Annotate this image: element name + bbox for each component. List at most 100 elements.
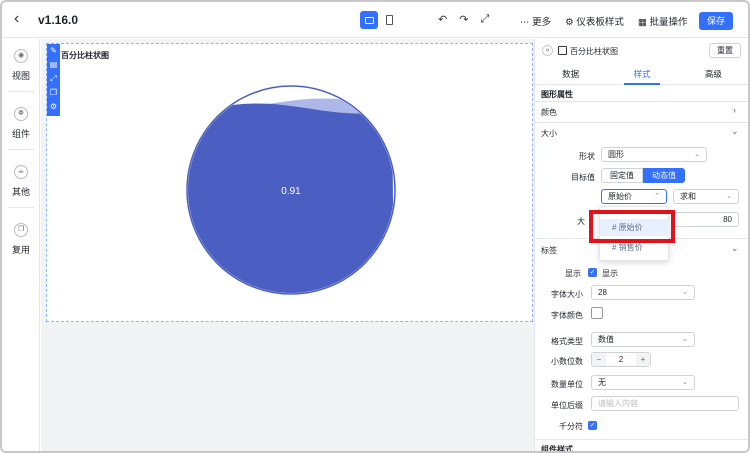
size-row-label: 大 [577, 217, 585, 226]
aggregation-select[interactable]: 求和 ⌄ [673, 189, 739, 204]
toolbar-actions: ⋯ 更多 ⚙ 仪表板样式 ▦ 批量操作 [520, 14, 687, 28]
unit-value: 无 [598, 378, 606, 387]
redo-icon[interactable]: ↷ [459, 13, 468, 26]
version-label: v1.16.0 [38, 13, 79, 27]
dashboard-style-button[interactable]: ⚙ 仪表板样式 [565, 14, 624, 28]
more-label: 更多 [532, 17, 552, 28]
rail-divider [8, 207, 34, 208]
chevron-up-icon: ⌃ [654, 193, 660, 200]
rail-divider [8, 149, 34, 150]
aggregation-value: 求和 [680, 192, 696, 201]
grid-icon: ▦ [637, 17, 647, 28]
monitor-icon [364, 16, 374, 24]
back-arrow-icon[interactable]: ‹ [14, 11, 30, 27]
collapse-panel-icon[interactable]: » [542, 45, 553, 56]
tablet-view-button[interactable] [380, 11, 398, 29]
show-checkbox-text: 显示 [602, 269, 618, 278]
left-rail: ◉ 视图 ❁ 组件 ☕ 其他 ❐ 复用 [2, 39, 40, 451]
thousands-checkbox[interactable]: ✓ [588, 421, 597, 430]
decrement-button[interactable]: − [592, 353, 606, 366]
field-select[interactable]: 原始价 ⌃ [601, 189, 667, 204]
chevron-down-icon[interactable]: ⌄ [731, 243, 739, 254]
decimal-value[interactable]: 2 [606, 353, 636, 366]
font-size-select[interactable]: 28 ⌄ [591, 285, 695, 300]
field-value: 原始价 [608, 192, 632, 201]
show-label: 显示 [565, 269, 581, 278]
unit-select[interactable]: 无 ⌄ [591, 375, 695, 390]
gauge-value-label: 0.91 [281, 186, 301, 197]
panel-header: » 百分比柱状图 重置 [535, 39, 748, 63]
dashboard-style-label: 仪表板样式 [576, 17, 624, 28]
color-section[interactable]: 颜色 [541, 107, 557, 118]
fullscreen-icon[interactable]: ⤢ [480, 13, 489, 26]
tag-section[interactable]: 标签 [541, 245, 557, 256]
size-input[interactable]: 80 [673, 212, 739, 227]
tab-style[interactable]: 样式 [606, 63, 677, 85]
settings-icon[interactable]: ⚙ [47, 100, 60, 114]
rail-item-label: 视图 [11, 71, 30, 81]
font-size-value: 28 [598, 288, 607, 297]
format-type-select[interactable]: 数值 ⌄ [591, 332, 695, 347]
decimal-label: 小数位数 [551, 357, 583, 366]
undo-icon[interactable]: ↶ [438, 13, 447, 26]
edit-icon[interactable]: ✎ [47, 44, 60, 58]
suffix-label: 单位后缀 [551, 401, 583, 410]
chevron-down-icon: ⌄ [682, 289, 688, 296]
divider [535, 101, 748, 102]
divider [535, 439, 748, 440]
font-size-label: 字体大小 [551, 290, 583, 299]
batch-label: 批量操作 [649, 17, 688, 28]
chevron-down-icon: ⌄ [682, 379, 688, 386]
panel-tabs: 数据 样式 高级 [535, 63, 748, 85]
rail-item-label: 其他 [11, 187, 30, 197]
components-icon: ❁ [14, 107, 28, 121]
chart-type-icon[interactable]: ▤ [47, 58, 60, 72]
view-icon: ◉ [14, 49, 28, 63]
highlight-annotation-box [589, 210, 675, 243]
resize-icon[interactable]: ⤢ [47, 72, 60, 86]
chevron-down-icon: ⌄ [726, 193, 732, 200]
increment-button[interactable]: + [636, 353, 650, 366]
reset-button[interactable]: 重置 [709, 43, 741, 58]
font-color-swatch[interactable] [591, 307, 603, 319]
shape-select[interactable]: 圆形 ⌄ [601, 147, 707, 162]
palette-icon: ⚙ [565, 17, 574, 28]
panel-chart-name: 百分比柱状图 [570, 47, 618, 56]
target-fixed-option[interactable]: 固定值 [601, 168, 643, 183]
rail-item-label: 复用 [11, 245, 30, 255]
show-checkbox[interactable]: ✓ [588, 268, 597, 277]
rail-item-other[interactable]: ☕ 其他 [2, 165, 40, 198]
size-section[interactable]: 大小 [541, 128, 557, 139]
desktop-view-button[interactable] [360, 11, 378, 29]
app-window: ‹ v1.16.0 ↶ ↷ ⤢ ⋯ 更多 ⚙ 仪表板样式 ▦ 批量操作 保存 ◉… [0, 0, 750, 453]
unit-label: 数量单位 [551, 380, 583, 389]
other-icon: ☕ [14, 165, 28, 179]
thousands-label: 千分符 [559, 422, 583, 431]
chevron-down-icon[interactable]: ⌄ [731, 126, 739, 137]
copy-icon[interactable]: ❐ [47, 86, 60, 100]
suffix-input[interactable]: 请输入内容 [591, 396, 739, 411]
font-color-label: 字体颜色 [551, 311, 583, 320]
batch-operation-button[interactable]: ▦ 批量操作 [638, 14, 688, 28]
liquid-fill-gauge: 0.91 [186, 85, 396, 295]
gauge-fill [188, 103, 394, 293]
chart-icon [558, 46, 567, 55]
target-dynamic-option[interactable]: 动态值 [643, 168, 685, 183]
chart-title: 百分比柱状图 [61, 51, 109, 60]
save-button[interactable]: 保存 [699, 12, 733, 30]
chart-card[interactable]: 百分比柱状图 ✎ ▤ ⤢ ❐ ⚙ 0.91 [46, 43, 533, 322]
component-style-label: 组件样式 [541, 445, 573, 453]
chevron-right-icon[interactable]: › [733, 105, 736, 115]
target-label: 目标值 [571, 173, 595, 182]
shape-value: 圆形 [608, 150, 624, 159]
rail-item-label: 组件 [11, 129, 30, 139]
format-type-label: 格式类型 [551, 337, 583, 346]
more-button[interactable]: ⋯ 更多 [520, 14, 551, 28]
tab-data[interactable]: 数据 [535, 63, 606, 84]
graphic-props-label: 图形属性 [541, 90, 573, 99]
tab-advanced[interactable]: 高级 [678, 63, 748, 84]
rail-item-reuse[interactable]: ❐ 复用 [2, 223, 40, 256]
reuse-icon: ❐ [14, 223, 28, 237]
rail-item-view[interactable]: ◉ 视图 [2, 49, 40, 82]
rail-item-components[interactable]: ❁ 组件 [2, 107, 40, 140]
